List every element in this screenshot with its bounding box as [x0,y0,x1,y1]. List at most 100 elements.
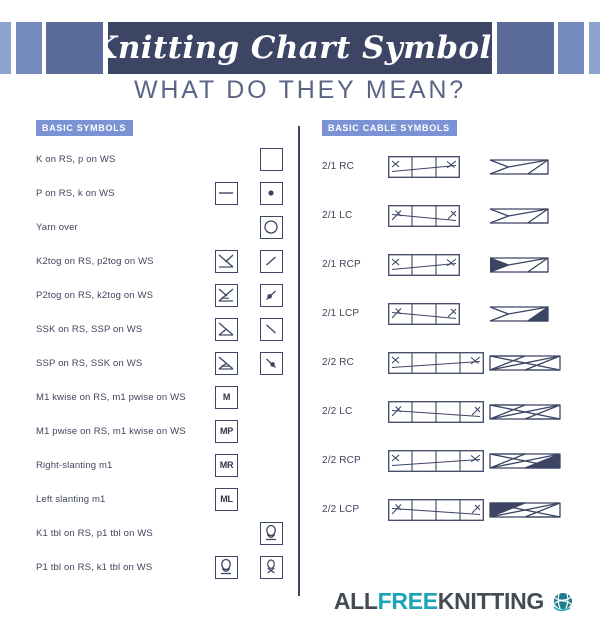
symbol-description: P on RS, k on WS [36,187,115,199]
symbol-slot-ws [249,414,294,448]
symbol-slot-rs: MR [204,448,249,482]
basic-symbol-row: Right-slanting m1 MR [36,448,294,482]
page-header: Knitting Chart Symbols WHAT DO THEY MEAN… [0,0,600,118]
decor-bar-right-2 [558,22,585,74]
cable-name: 2/1 LCP [322,308,360,319]
title-plate: Knitting Chart Symbols [107,22,493,74]
basic-symbol-row: M1 pwise on RS, m1 kwise on WS MP [36,414,294,448]
page-subtitle: WHAT DO THEY MEAN? [134,76,466,104]
symbol-slot-rs [204,142,249,176]
symbol-description: P2tog on RS, k2tog on WS [36,289,154,301]
cable-name: 2/2 LC [322,406,353,417]
symbol-slot-rs [204,210,249,244]
symbol-slot-ws [249,516,294,550]
basic-symbol-row: K2tog on RS, p2tog on WS [36,244,294,278]
symbol-description: P1 tbl on RS, k1 tbl on WS [36,561,153,573]
basic-symbol-row: M1 kwise on RS, m1 pwise on WS M [36,380,294,414]
symbol-slot-ws [249,482,294,516]
symbol-cell-blank [260,147,283,171]
cable-grid-symbol [388,199,488,233]
cable-grid-symbol [388,150,488,184]
symbol-slot-rs [204,550,249,584]
symbol-slot-ws [249,312,294,346]
symbol-cell-dash [215,181,238,205]
basic-symbol-row: P1 tbl on RS, k1 tbl on WS [36,550,294,584]
symbol-slot-ws [249,176,294,210]
symbol-slot-ws [249,346,294,380]
cable-symbols-column: BASIC CABLE SYMBOLS 2/1 RC 2/1 LC 2/1 RCP 2… [322,118,578,534]
logo-text-all: ALL [333,588,378,614]
basic-symbol-row: SSK on RS, SSP on WS [36,312,294,346]
decor-bar-left-3 [46,22,104,74]
symbol-cell-slash-right-dot [260,283,283,307]
cable-ribbon-symbol [488,248,578,282]
cable-name: 2/2 RC [322,357,355,368]
decor-bar-left-1 [0,22,11,74]
empty-slot [260,488,283,511]
cable-name: 2/1 RC [322,161,355,172]
symbol-slot-rs [204,278,249,312]
symbol-slot-rs: MP [204,414,249,448]
symbol-slot-rs: ML [204,482,249,516]
cable-symbols-list: 2/1 RC 2/1 LC 2/1 RCP 2/1 LCP 2/2 RC 2/2 LC 2/… [322,142,578,534]
empty-slot [215,522,238,545]
symbol-slot-rs [204,346,249,380]
cable-name: 2/2 LCP [322,504,360,515]
symbol-slot-ws [249,550,294,584]
symbol-cell-circle [260,215,283,239]
empty-slot [215,216,238,239]
cable-name: 2/1 RCP [322,259,361,270]
allfreeknitting-logo[interactable]: ALL FREE KNITTING [334,588,576,615]
symbol-description: SSK on RS, SSP on WS [36,323,143,335]
yarn-ball-icon [550,590,576,614]
cable-ribbon-symbol [488,493,578,527]
symbol-cell-tbl [260,521,283,545]
section-heading-basic: BASIC SYMBOLS [36,120,134,136]
basic-symbol-row: K1 tbl on RS, p1 tbl on WS [36,516,294,550]
page-footer: ALL FREE KNITTING [0,586,600,626]
symbol-cell-slash-right [260,249,283,273]
cable-ribbon-symbol [488,297,578,331]
symbol-slot-ws [249,244,294,278]
symbol-description: SSP on RS, SSK on WS [36,357,143,369]
page-title: Knitting Chart Symbols [107,29,493,66]
cable-name: 2/2 RCP [322,455,361,466]
symbol-slot-ws [249,380,294,414]
cable-grid-symbol [388,493,488,527]
cable-symbol-row: 2/1 LCP [322,289,578,338]
cable-symbol-row: 2/1 RCP [322,240,578,289]
cable-grid-symbol [388,297,488,331]
symbol-description: M1 pwise on RS, m1 kwise on WS [36,425,186,437]
symbol-description: Right-slanting m1 [36,459,113,471]
cable-symbol-row: 2/2 LC [322,387,578,436]
basic-symbol-row: P on RS, k on WS [36,176,294,210]
cable-symbol-row: 2/2 LCP [322,485,578,534]
basic-symbol-row: SSP on RS, SSK on WS [36,346,294,380]
cable-symbol-row: 2/2 RC [322,338,578,387]
cable-name: 2/1 LC [322,210,353,221]
symbol-cell-slash-left-dot [260,351,283,375]
symbol-description: M1 kwise on RS, m1 pwise on WS [36,391,186,403]
cable-ribbon-symbol [488,199,578,233]
cable-ribbon-symbol [488,395,578,429]
symbol-cell-ssp-big [215,351,238,375]
cable-symbol-row: 2/1 LC [322,191,578,240]
empty-slot [260,420,283,443]
basic-symbol-row: Yarn over [36,210,294,244]
symbol-slot-rs [204,244,249,278]
symbol-cell-k2tog-big [215,249,238,273]
symbol-cell-dot [260,181,283,205]
empty-slot [260,386,283,409]
symbol-slot-ws [249,210,294,244]
symbol-slot-rs [204,312,249,346]
basic-symbol-row: Left slanting m1 ML [36,482,294,516]
lettered-symbol-cell: MR [215,453,238,477]
cable-symbol-row: 2/2 RCP [322,436,578,485]
cable-symbol-row: 2/1 RC [322,142,578,191]
cable-grid-symbol [388,444,488,478]
logo-text-knitting: KNITTING [437,588,545,614]
basic-symbol-row: K on RS, p on WS [36,142,294,176]
cable-grid-symbol [388,248,488,282]
lettered-symbol-cell: MP [215,419,238,443]
symbol-slot-ws [249,278,294,312]
